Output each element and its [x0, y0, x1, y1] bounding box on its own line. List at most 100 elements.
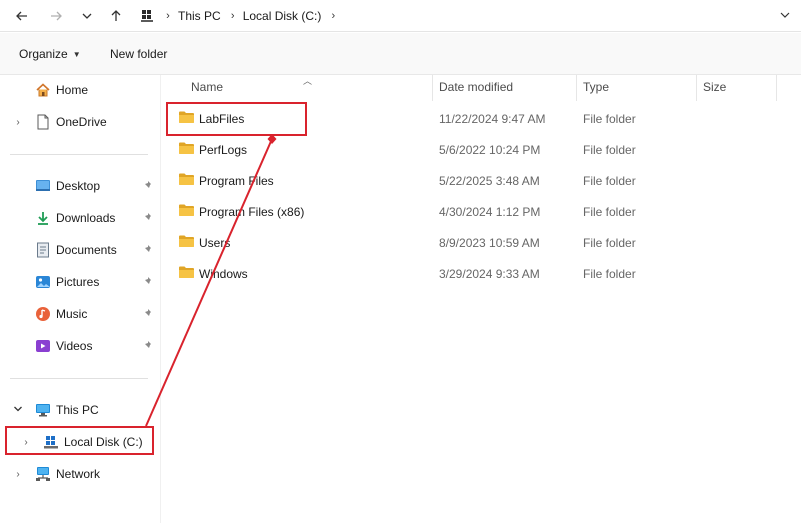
arrow-right-icon: [49, 9, 63, 23]
forward-button[interactable]: [45, 5, 67, 27]
column-resize-handle[interactable]: [576, 75, 577, 101]
sidebar-item-label: This PC: [56, 403, 99, 417]
file-list: ︿ Name Date modified Type Size LabFiles …: [161, 75, 801, 523]
folder-icon: [178, 172, 195, 189]
folder-icon: [178, 265, 195, 282]
home-icon: [34, 81, 52, 99]
new-folder-label: New folder: [110, 47, 168, 61]
highlight-box-local-disk: [5, 426, 154, 455]
pin-icon[interactable]: [143, 244, 153, 257]
chevron-down-icon[interactable]: [12, 404, 24, 417]
column-resize-handle[interactable]: [776, 75, 777, 101]
sidebar-item-network[interactable]: › Network: [0, 460, 160, 488]
file-name[interactable]: PerfLogs: [199, 143, 247, 157]
monitor-icon: [34, 401, 52, 419]
sidebar-item-label: Downloads: [56, 211, 116, 225]
file-type: File folder: [583, 174, 636, 188]
sidebar-item-music[interactable]: Music: [0, 300, 160, 328]
desktop-icon: [34, 177, 52, 195]
column-resize-handle[interactable]: [432, 75, 433, 101]
file-date-modified: 8/9/2023 10:59 AM: [439, 236, 540, 250]
file-name[interactable]: Program Files (x86): [199, 205, 304, 219]
new-folder-button[interactable]: New folder: [110, 45, 167, 63]
sidebar-item-downloads[interactable]: Downloads: [0, 204, 160, 232]
chevron-right-icon[interactable]: ›: [12, 469, 24, 480]
recent-locations-button[interactable]: [76, 5, 98, 27]
drive-icon: [140, 9, 154, 23]
file-date-modified: 3/29/2024 9:33 AM: [439, 267, 540, 281]
pin-icon[interactable]: [143, 276, 153, 289]
back-button[interactable]: [11, 5, 33, 27]
column-header-type[interactable]: Type: [583, 80, 609, 94]
sidebar-item-onedrive[interactable]: › OneDrive: [0, 108, 160, 136]
pin-icon[interactable]: [143, 212, 153, 225]
sidebar-item-pictures[interactable]: Pictures: [0, 268, 160, 296]
documents-icon: [34, 241, 52, 259]
breadcrumb-label[interactable]: This PC: [174, 9, 227, 23]
sidebar-item-label: Network: [56, 467, 101, 481]
pin-icon[interactable]: [143, 340, 153, 353]
command-bar: Organize ▼ New folder: [0, 33, 801, 75]
network-icon: [34, 465, 52, 483]
sidebar-item-home[interactable]: Home: [0, 76, 160, 104]
breadcrumb-label[interactable]: Local Disk (C:): [239, 9, 328, 23]
file-row-perflogs[interactable]: PerfLogs 5/6/2022 10:24 PM File folder: [161, 134, 801, 165]
sidebar-item-label: Desktop: [56, 179, 101, 193]
breadcrumb-item-this-pc[interactable]: This PC ›: [174, 0, 239, 32]
sidebar-divider: [10, 154, 148, 155]
chevron-down-icon: [779, 10, 791, 24]
sidebar-item-label: Home: [56, 83, 89, 97]
column-resize-handle[interactable]: [696, 75, 697, 101]
folder-icon: [178, 234, 195, 251]
highlight-box-labfiles: [166, 102, 307, 136]
breadcrumb: › This PC › Local Disk (C:) ›: [140, 0, 771, 32]
file-date-modified: 11/22/2024 9:47 AM: [439, 112, 546, 126]
sort-ascending-icon: ︿: [303, 76, 313, 86]
arrow-up-icon: [109, 9, 123, 23]
file-type: File folder: [583, 236, 636, 250]
file-date-modified: 4/30/2024 1:12 PM: [439, 205, 541, 219]
file-type: File folder: [583, 143, 636, 157]
file-row-program-files-x86[interactable]: Program Files (x86) 4/30/2024 1:12 PM Fi…: [161, 196, 801, 227]
sidebar-divider: [10, 378, 148, 379]
sidebar-item-videos[interactable]: Videos: [0, 332, 160, 360]
file-row-windows[interactable]: Windows 3/29/2024 9:33 AM File folder: [161, 258, 801, 289]
file-name[interactable]: Users: [199, 236, 230, 250]
file-type: File folder: [583, 112, 636, 126]
download-icon: [34, 209, 52, 227]
pin-icon[interactable]: [143, 180, 153, 193]
file-name[interactable]: Program Files: [199, 174, 274, 188]
videos-icon: [34, 337, 52, 355]
chevron-right-icon[interactable]: ›: [12, 117, 24, 128]
chevron-down-icon: [81, 10, 93, 22]
file-date-modified: 5/6/2022 10:24 PM: [439, 143, 541, 157]
sidebar-item-label: Music: [56, 307, 88, 321]
arrow-left-icon: [15, 9, 29, 23]
breadcrumb-separator[interactable]: ›: [162, 10, 174, 22]
pin-icon[interactable]: [143, 308, 153, 321]
breadcrumb-separator[interactable]: ›: [227, 10, 239, 22]
file-type: File folder: [583, 205, 636, 219]
address-bar: › This PC › Local Disk (C:) ›: [0, 0, 801, 32]
breadcrumb-root[interactable]: ›: [140, 0, 174, 32]
breadcrumb-item-local-disk[interactable]: Local Disk (C:) ›: [239, 0, 340, 32]
folder-icon: [178, 141, 195, 158]
address-history-button[interactable]: [779, 9, 791, 24]
file-name[interactable]: Windows: [199, 267, 248, 281]
column-header-size[interactable]: Size: [703, 80, 726, 94]
column-header-name[interactable]: Name: [191, 80, 223, 94]
column-header-row: ︿ Name Date modified Type Size: [161, 75, 801, 101]
sidebar-item-desktop[interactable]: Desktop: [0, 172, 160, 200]
sidebar-item-label: OneDrive: [56, 115, 107, 129]
file-row-program-files[interactable]: Program Files 5/22/2025 3:48 AM File fol…: [161, 165, 801, 196]
navigation-pane: Home › OneDrive Desktop Downloads Docume…: [0, 75, 160, 523]
file-row-users[interactable]: Users 8/9/2023 10:59 AM File folder: [161, 227, 801, 258]
pictures-icon: [34, 273, 52, 291]
sidebar-item-this-pc[interactable]: This PC: [0, 396, 160, 424]
sidebar-item-documents[interactable]: Documents: [0, 236, 160, 264]
breadcrumb-separator[interactable]: ›: [327, 10, 339, 22]
sidebar-item-label: Documents: [56, 243, 117, 257]
organize-button[interactable]: Organize ▼: [19, 45, 81, 63]
column-header-date-modified[interactable]: Date modified: [439, 80, 513, 94]
up-button[interactable]: [105, 5, 127, 27]
